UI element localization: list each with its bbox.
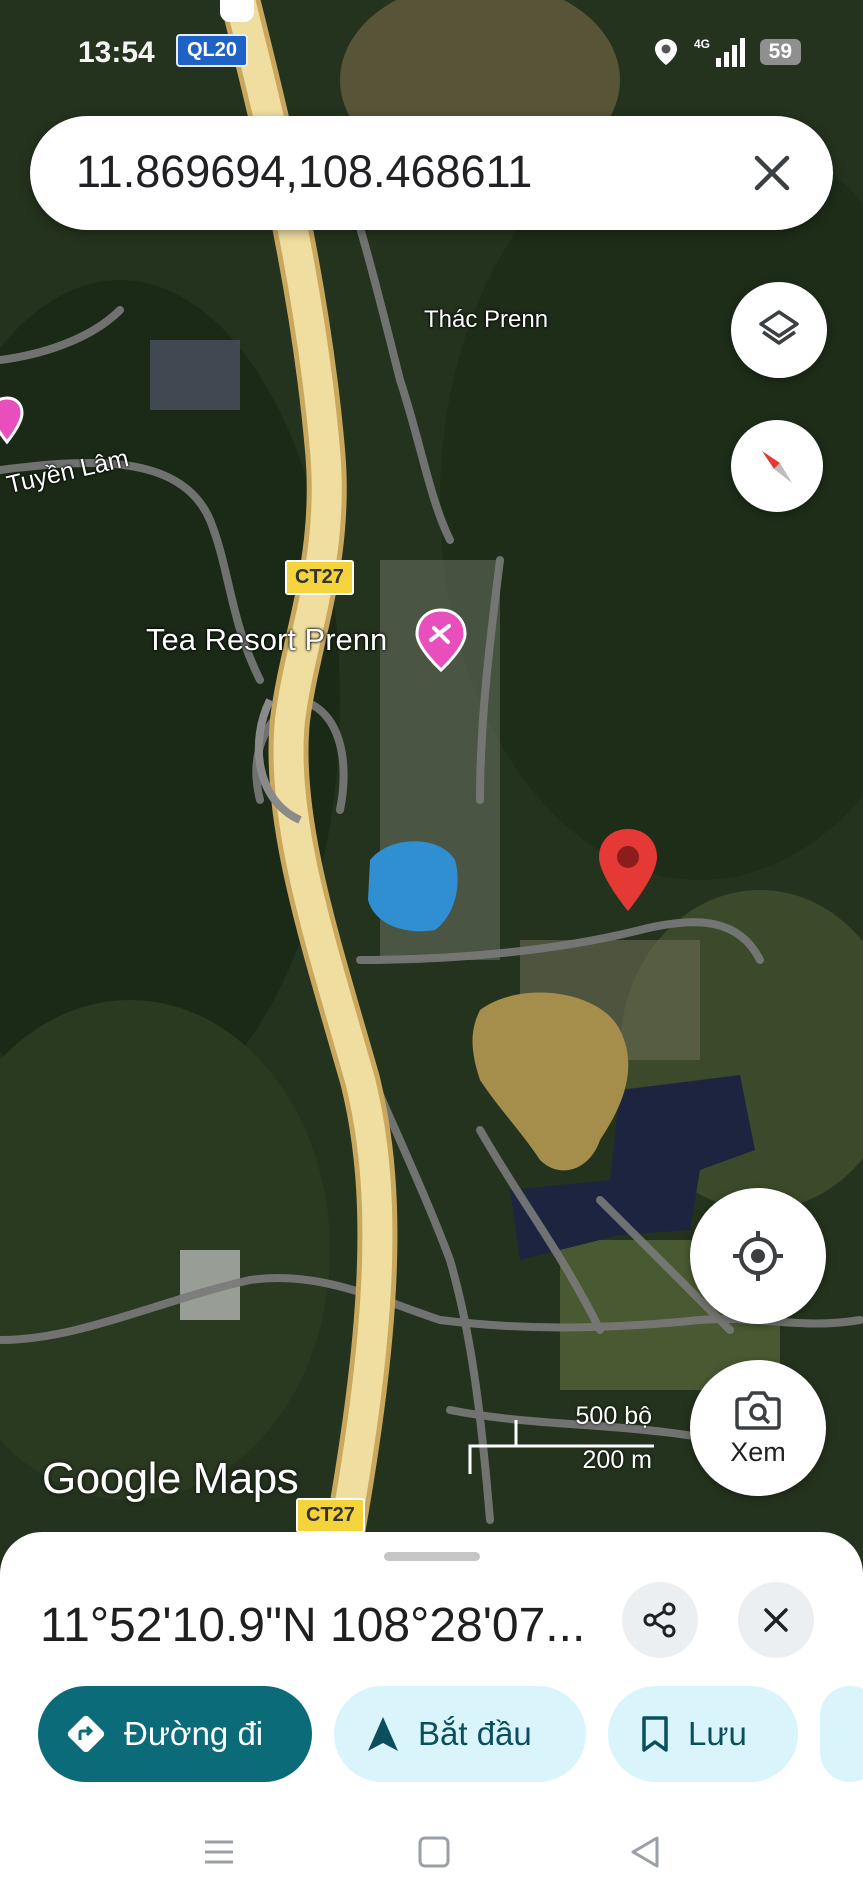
scale-bar: 500 bộ 200 m bbox=[468, 1402, 656, 1478]
directions-label: Đường đi bbox=[124, 1715, 264, 1752]
navigation-arrow-icon bbox=[368, 1717, 398, 1751]
view-button[interactable]: Xem bbox=[690, 1360, 826, 1496]
close-sheet-button[interactable] bbox=[738, 1582, 814, 1658]
action-chips: Đường đi Bắt đầu Lưu bbox=[38, 1686, 863, 1782]
poi-pin-icon[interactable] bbox=[0, 396, 24, 446]
crosshair-icon bbox=[733, 1231, 783, 1281]
drag-handle[interactable] bbox=[384, 1552, 480, 1561]
search-bar[interactable]: 11.869694,108.468611 bbox=[30, 116, 833, 230]
home-icon[interactable] bbox=[418, 1836, 450, 1868]
layers-button[interactable] bbox=[731, 282, 827, 378]
bus-stop-icon bbox=[220, 0, 254, 22]
layers-icon bbox=[759, 310, 799, 345]
view-button-label: Xem bbox=[730, 1436, 786, 1467]
battery-indicator: 59 bbox=[759, 39, 801, 65]
map-label-waterfall[interactable]: Thác Prenn bbox=[424, 306, 548, 334]
clock: 13:54 bbox=[78, 36, 155, 69]
system-nav-bar bbox=[205, 1836, 659, 1868]
start-button[interactable]: Bắt đầu bbox=[334, 1686, 586, 1782]
share-icon bbox=[643, 1602, 676, 1638]
satellite-imagery bbox=[0, 0, 863, 1560]
share-button[interactable] bbox=[622, 1582, 698, 1658]
map-view[interactable]: 13:54 QL20 4G 59 Thác Prenn Tuyền Lâm Te… bbox=[0, 0, 863, 1560]
more-actions-chip[interactable] bbox=[820, 1686, 863, 1782]
compass-button[interactable] bbox=[731, 420, 823, 512]
google-maps-logo: Google Maps bbox=[42, 1454, 299, 1503]
signal-icon: 4G bbox=[694, 37, 745, 67]
save-button[interactable]: Lưu bbox=[608, 1686, 798, 1782]
coordinates-title: 11°52'10.9"N 108°28'07... bbox=[40, 1599, 586, 1652]
save-label: Lưu bbox=[688, 1715, 747, 1752]
scale-ruler bbox=[468, 1420, 654, 1474]
svg-text:4G: 4G bbox=[694, 37, 710, 51]
search-query[interactable]: 11.869694,108.468611 bbox=[76, 146, 532, 198]
location-icon bbox=[654, 39, 677, 65]
my-location-button[interactable] bbox=[690, 1188, 826, 1324]
menu-icon[interactable] bbox=[205, 1840, 233, 1864]
resort-pin-icon[interactable] bbox=[414, 608, 468, 672]
road-shield: CT27 bbox=[285, 560, 354, 595]
route-badge: QL20 bbox=[176, 34, 249, 67]
directions-button[interactable]: Đường đi bbox=[38, 1686, 312, 1782]
status-icons: 4G 59 bbox=[652, 36, 801, 68]
close-icon[interactable] bbox=[745, 146, 799, 200]
compass-icon bbox=[762, 451, 792, 483]
dropped-pin-icon[interactable] bbox=[596, 826, 660, 914]
status-bar: 13:54 QL20 4G 59 bbox=[0, 0, 863, 100]
directions-icon bbox=[67, 1715, 105, 1753]
camera-search-icon bbox=[735, 1390, 781, 1430]
back-icon[interactable] bbox=[631, 1836, 659, 1868]
start-label: Bắt đầu bbox=[418, 1715, 532, 1752]
road-shield: CT27 bbox=[296, 1498, 365, 1533]
bookmark-icon bbox=[642, 1716, 668, 1752]
close-icon bbox=[764, 1608, 788, 1632]
map-label-resort[interactable]: Tea Resort Prenn bbox=[146, 622, 387, 658]
